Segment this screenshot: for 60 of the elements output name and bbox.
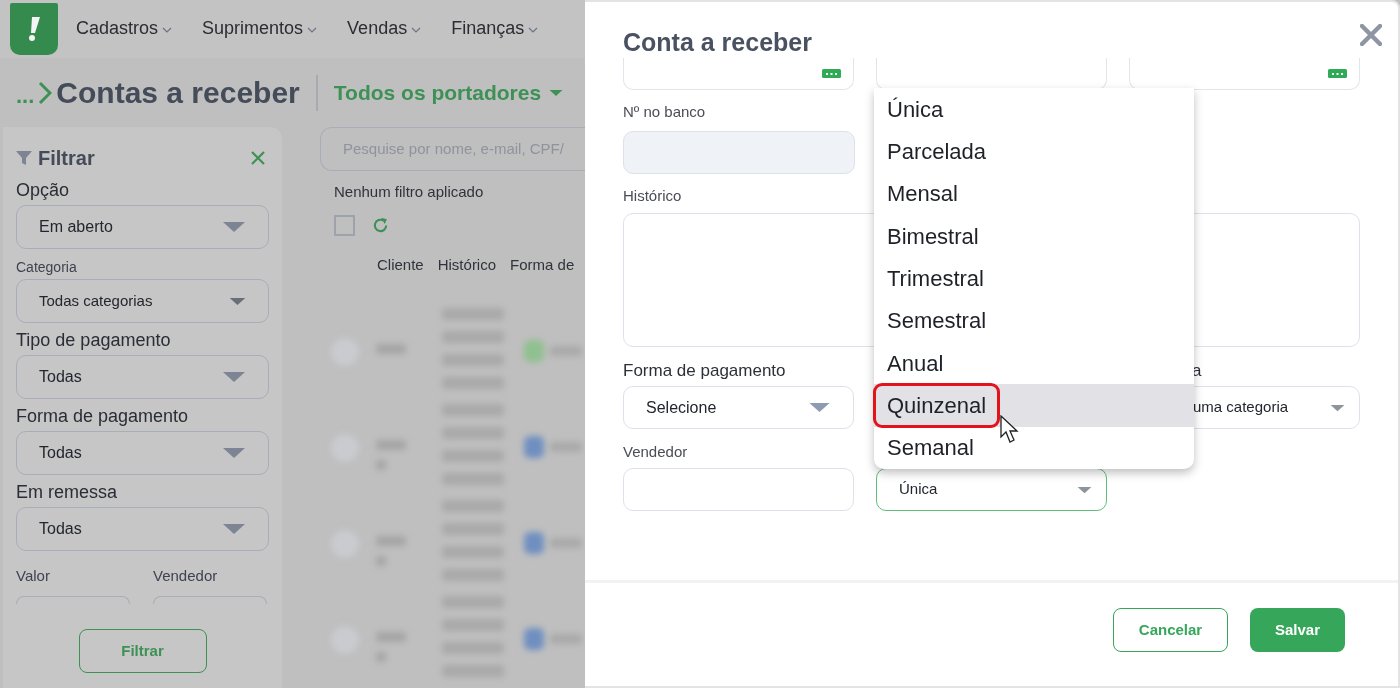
select-field[interactable]: Selecione (623, 386, 854, 429)
caret-icon (222, 221, 246, 233)
close-icon[interactable] (251, 151, 265, 165)
field-label: Forma de pagamento (16, 405, 190, 428)
caret-icon (229, 296, 246, 306)
filter-select[interactable]: Todas categorias (16, 279, 269, 323)
funnel-icon (16, 150, 32, 166)
nav-menu-item[interactable]: Cadastros (76, 14, 173, 42)
caret-icon (549, 88, 564, 97)
chevron-down-icon (411, 27, 422, 33)
field-label: Nº no banco (623, 102, 706, 122)
field-label: Categoria (16, 258, 78, 277)
exclamation-logo-icon (28, 17, 40, 41)
calendar-icon (1328, 69, 1347, 78)
field-label: Vendedor (623, 442, 689, 462)
nav-menu-item[interactable]: Suprimentos (202, 14, 318, 42)
chevron-right-icon (38, 80, 53, 105)
field-label: Opção (16, 179, 71, 202)
field-label: Forma de pagamento (623, 360, 787, 382)
caret-icon (1077, 485, 1092, 494)
caret-icon (808, 402, 831, 413)
chevron-down-icon (162, 27, 173, 33)
column-header[interactable]: Cliente (377, 253, 424, 278)
filter-select[interactable]: Todas (16, 355, 269, 399)
chevron-down-icon (307, 27, 318, 33)
app-logo[interactable] (10, 3, 58, 55)
field-label: Vendedor (153, 566, 219, 586)
column-header[interactable]: Forma de (510, 253, 575, 278)
chevron-down-icon (528, 27, 539, 33)
field-label: Em remessa (16, 481, 119, 504)
dropdown-option[interactable]: Parcelada (874, 130, 1194, 173)
calendar-icon (822, 69, 841, 78)
column-header[interactable]: Histórico (437, 253, 497, 278)
select-all-checkbox[interactable] (334, 214, 355, 236)
caret-icon (222, 371, 246, 383)
page-title: Contas a receber (56, 75, 300, 111)
modal-title: Conta a receber (623, 30, 812, 55)
caret-icon (222, 523, 246, 535)
close-icon[interactable] (1360, 24, 1382, 46)
filter-status-text: Nenhum filtro aplicado (334, 182, 485, 202)
filter-title: Filtrar (38, 146, 95, 171)
caret-icon (222, 447, 246, 459)
dropdown-option[interactable]: Bimestral (874, 215, 1194, 258)
nav-menu-item[interactable]: Vendas (347, 14, 422, 42)
field-label: Histórico (623, 185, 682, 206)
field-label: Tipo de pagamento (16, 329, 172, 352)
dropdown-option[interactable]: Anual (874, 341, 1194, 385)
nav-menu-item[interactable]: Finanças (451, 14, 539, 42)
filter-select[interactable]: Todas (16, 507, 269, 551)
caret-icon (1330, 403, 1345, 412)
dropdown-option[interactable]: Mensal (874, 172, 1194, 215)
dropdown-option[interactable]: Trimestral (874, 257, 1194, 300)
date-field[interactable] (623, 58, 854, 90)
dropdown-option[interactable]: Semestral (874, 299, 1194, 342)
refresh-icon[interactable] (372, 216, 389, 234)
dropdown-option[interactable]: Única (874, 88, 1194, 131)
filter-select[interactable]: Em aberto (16, 205, 269, 249)
filter-select[interactable]: Todas (16, 431, 269, 475)
dropdown-option[interactable]: Semanal (874, 426, 1194, 469)
field-label: Valor (16, 566, 51, 586)
